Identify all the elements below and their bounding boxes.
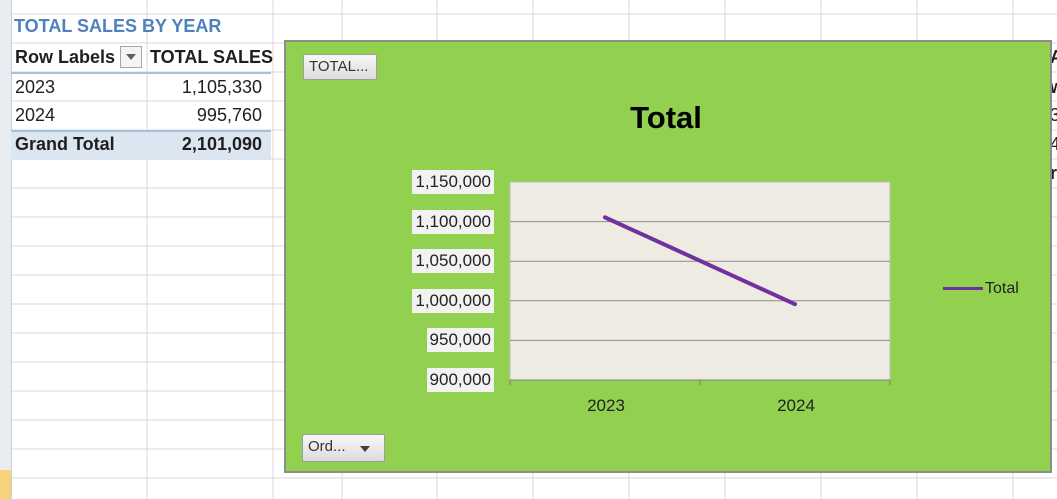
grand-total-label[interactable]: Grand Total	[15, 130, 115, 159]
plot-area	[509, 181, 891, 381]
y-tick-label: 900,000	[426, 368, 494, 392]
axis-field-label: Ord...	[308, 438, 346, 455]
pivot-chart[interactable]: TOTAL... Total 1,150,000 1,100,000 1,050,0…	[284, 40, 1052, 473]
row-label-2023[interactable]: 2023	[15, 73, 55, 102]
row-labels-header[interactable]: Row Labels	[15, 43, 115, 72]
grand-total-value[interactable]: 2,101,090	[182, 130, 262, 159]
selected-row-indicator	[0, 470, 11, 499]
row-labels-filter-button[interactable]	[120, 46, 142, 68]
y-tick-label: 1,050,000	[412, 249, 494, 274]
axis-field-dropdown[interactable]: Ord...	[302, 434, 385, 462]
chart-legend[interactable]: Total	[943, 280, 1019, 298]
report-title: TOTAL SALES BY YEAR	[14, 16, 222, 36]
chevron-down-icon	[126, 54, 136, 60]
row-value-2023[interactable]: 1,105,330	[182, 73, 262, 102]
x-tick-label-2023: 2023	[587, 396, 625, 415]
y-tick-label: 950,000	[426, 328, 494, 353]
y-tick-label: 1,150,000	[412, 170, 494, 194]
chart-plot-svg[interactable]	[286, 42, 1050, 471]
row-value-2024[interactable]: 995,760	[197, 101, 262, 130]
total-sales-header[interactable]: TOTAL SALES	[150, 43, 273, 72]
legend-line-icon	[943, 287, 983, 291]
y-tick-label: 1,000,000	[412, 288, 494, 313]
row-label-2024[interactable]: 2024	[15, 101, 55, 130]
chevron-down-icon	[360, 446, 370, 452]
x-tick-label-2024: 2024	[777, 396, 815, 415]
row-header-column	[0, 0, 12, 499]
legend-series-label: Total	[985, 280, 1019, 297]
y-tick-label: 1,100,000	[412, 209, 494, 234]
